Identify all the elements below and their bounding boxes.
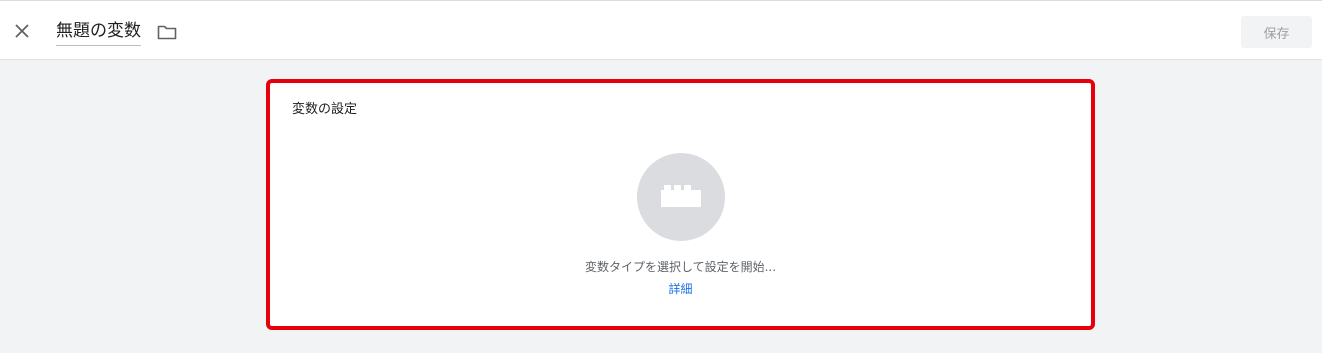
save-button[interactable]: 保存	[1241, 16, 1312, 48]
close-button[interactable]	[10, 19, 34, 43]
variable-config-card: 変数の設定 変数タイプを選択して設定を開始... 詳細	[266, 79, 1095, 330]
card-title: 変数の設定	[292, 102, 358, 117]
folder-button[interactable]	[156, 22, 178, 42]
details-link[interactable]: 詳細	[668, 282, 692, 296]
variable-title[interactable]: 無題の変数	[56, 20, 141, 46]
folder-icon	[157, 25, 177, 40]
choose-type-hint: 変数タイプを選択して設定を開始...	[584, 260, 777, 274]
top-bar: 無題の変数 保存	[0, 0, 1322, 60]
block-icon	[661, 185, 701, 207]
choose-variable-type-button[interactable]	[637, 153, 725, 241]
close-icon	[15, 24, 29, 38]
